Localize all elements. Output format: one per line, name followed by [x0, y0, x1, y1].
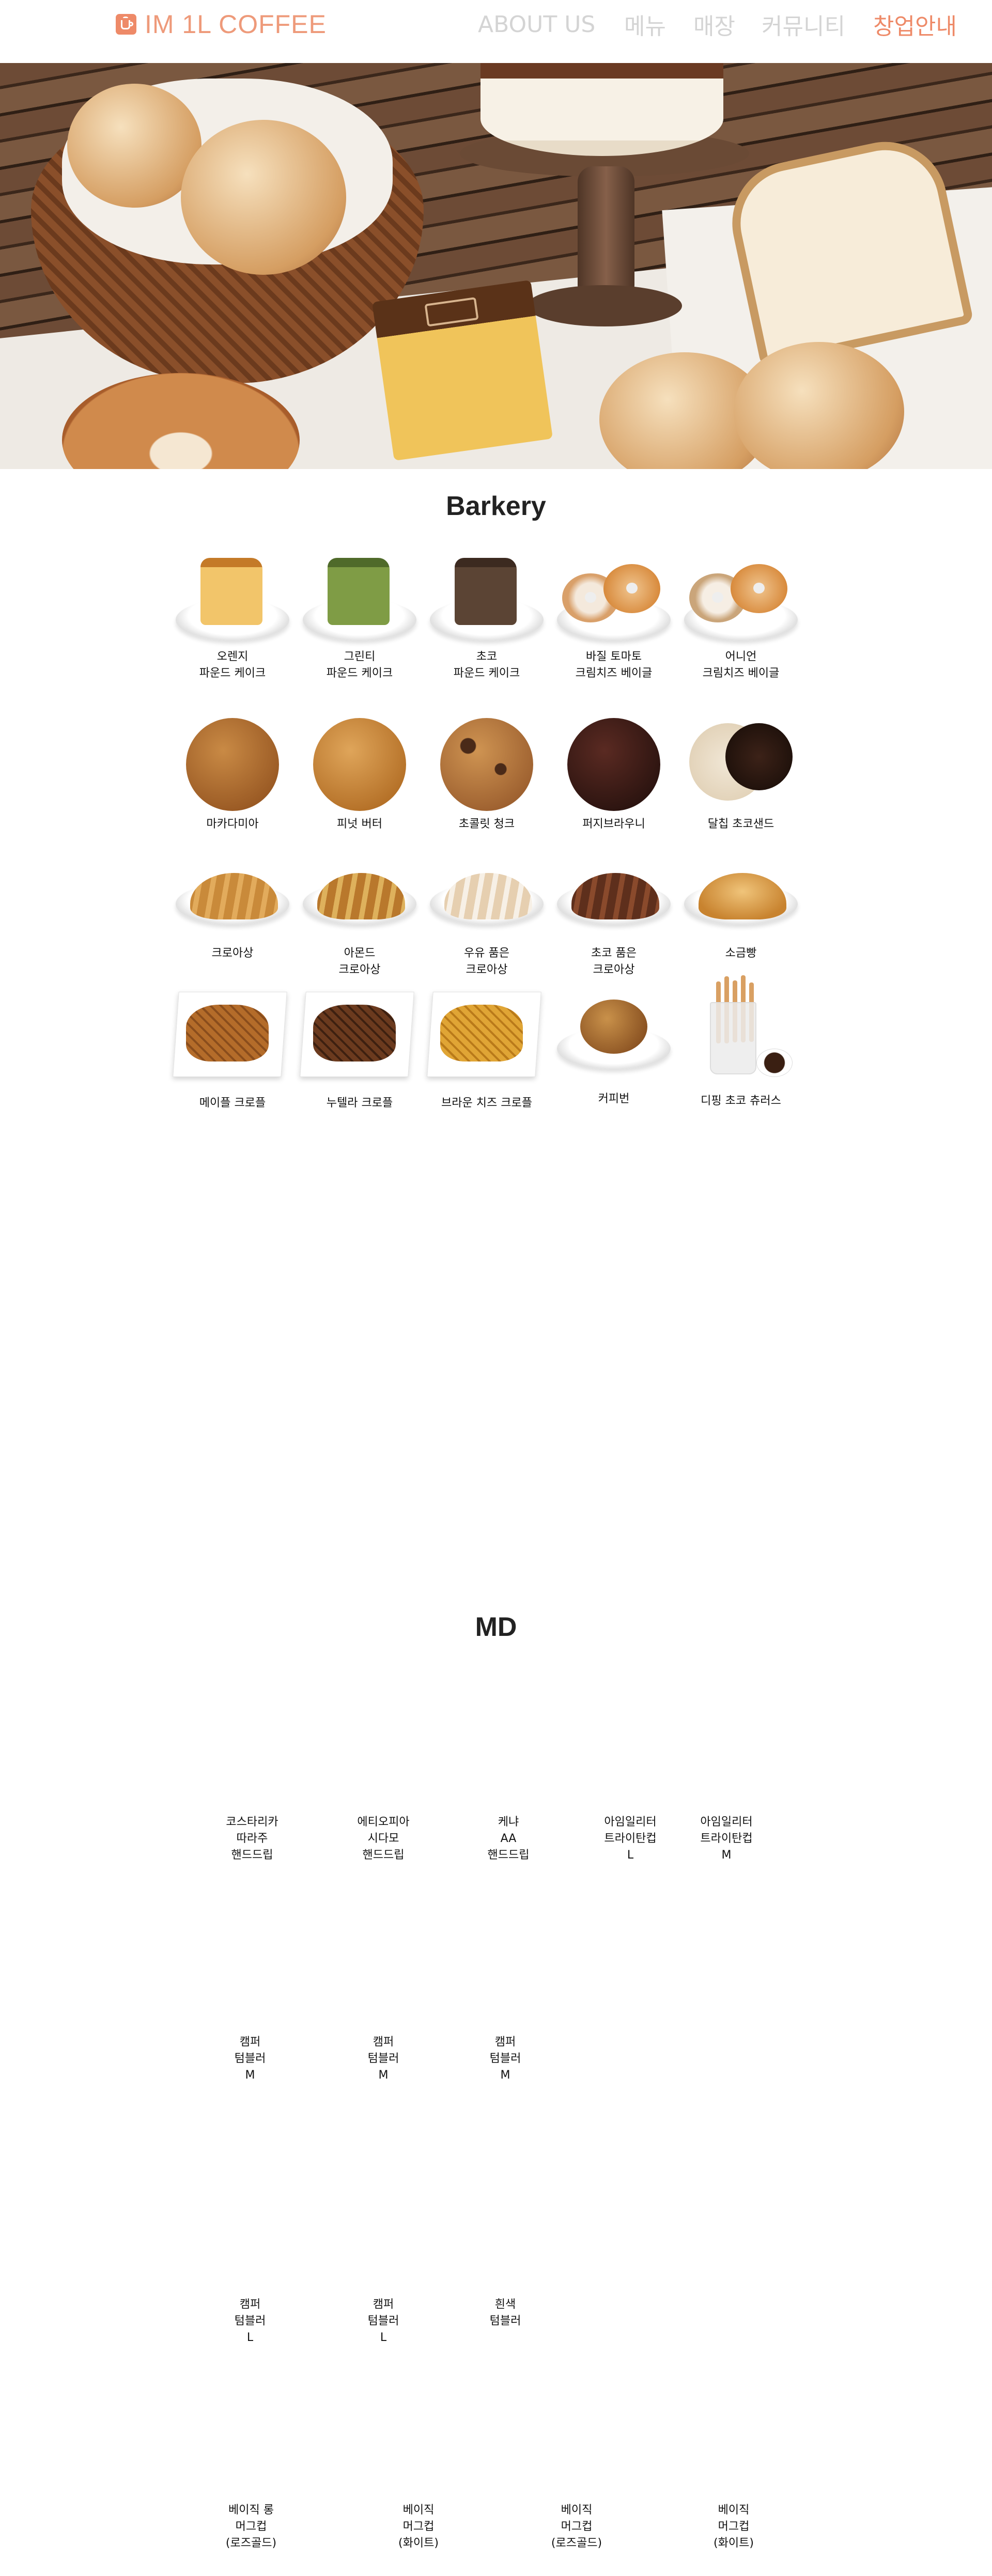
orange-pound-cake-image: [171, 553, 295, 661]
product-name: 바질 토마토 크림치즈 베이글: [575, 650, 653, 680]
brand-link[interactable]: IM 1L COFFEE: [116, 10, 327, 39]
md-section-title: MD: [475, 1612, 517, 1642]
product-name: 소금빵: [725, 947, 757, 960]
nav-stores[interactable]: 매장: [693, 8, 735, 41]
choco-croissant-image: [552, 847, 676, 956]
product-name: 초코 파운드 케이크: [453, 650, 520, 680]
md-item-name[interactable]: 캠퍼 텀블러 M: [321, 2034, 445, 2084]
product-name: 마카다미아: [206, 818, 259, 831]
product-name: 초콜릿 청크: [458, 818, 515, 831]
md-item-name[interactable]: 캠퍼 텀블러 L: [188, 2297, 312, 2346]
greentea-pound-cake-image: [298, 553, 422, 661]
md-item-name[interactable]: 캠퍼 텀블러 L: [321, 2297, 445, 2346]
product-name: 오렌지 파운드 케이크: [199, 650, 266, 680]
md-item-name[interactable]: 캠퍼 텀블러 M: [188, 2034, 312, 2084]
coffee-cup-logo-icon: [116, 14, 136, 35]
nav-community[interactable]: 커뮤니티: [762, 8, 845, 41]
md-item-name[interactable]: 캠퍼 텀블러 M: [443, 2034, 567, 2084]
coffee-bun-image: [552, 981, 676, 1090]
nav-about-us[interactable]: ABOUT US: [478, 11, 595, 38]
md-item-name[interactable]: 흰색 텀블러: [443, 2297, 567, 2330]
md-item-name[interactable]: 베이직 롱 머그컵 (로즈골드): [189, 2502, 313, 2552]
nav-franchise[interactable]: 창업안내: [873, 8, 957, 41]
fudge-brownie-cookie-image: [552, 708, 676, 816]
almond-croissant-image: [298, 847, 422, 956]
product-name: 크로아상: [211, 947, 254, 960]
md-item-name[interactable]: 베이직 머그컵 (로즈골드): [515, 2502, 639, 2552]
md-item-name[interactable]: 베이직 머그컵 (화이트): [672, 2502, 796, 2552]
nav-menu[interactable]: 메뉴: [624, 8, 666, 41]
brown-cheese-croffle-image: [425, 981, 549, 1090]
hero-banner-image: [0, 63, 992, 469]
md-item-name[interactable]: 아임일리터 트라이탄컵 M: [664, 1814, 788, 1864]
basil-tomato-bagel-image: [552, 553, 676, 661]
md-item-name[interactable]: 코스타리카 따라주 핸드드립: [190, 1814, 314, 1864]
product-name: 우유 품은 크로아상: [464, 947, 509, 976]
product-name: 커피번: [598, 1092, 630, 1105]
product-name: 누텔라 크로플: [326, 1097, 393, 1110]
md-item-name[interactable]: 에티오피아 시다모 핸드드립: [321, 1814, 445, 1864]
product-name: 초코 품은 크로아상: [591, 947, 637, 976]
nutella-croffle-image: [298, 981, 422, 1090]
choco-churros-image: [679, 971, 803, 1080]
milk-croissant-image: [425, 847, 549, 956]
md-item-name[interactable]: 베이직 머그컵 (화이트): [357, 2502, 481, 2552]
product-name: 퍼지브라우니: [582, 818, 645, 831]
choco-pound-cake-image: [425, 553, 549, 661]
product-name: 디핑 초코 츄러스: [701, 1095, 781, 1107]
product-name: 메이플 크로플: [199, 1097, 266, 1110]
product-name: 아몬드 크로아상: [338, 947, 381, 976]
top-navbar: IM 1L COFFEE ABOUT US 메뉴 매장 커뮤니티 창업안내: [0, 0, 992, 63]
product-name: 그린티 파운드 케이크: [326, 650, 393, 680]
croissant-image: [171, 847, 295, 956]
macadamia-cookie-image: [171, 708, 295, 816]
salt-bread-image: [679, 847, 803, 956]
chocolate-sandwich-cookie-image: [679, 708, 803, 816]
chocolate-chunk-cookie-image: [425, 708, 549, 816]
maple-croffle-image: [171, 981, 295, 1090]
onion-bagel-image: [679, 553, 803, 661]
product-name: 어니언 크림치즈 베이글: [702, 650, 780, 680]
md-item-name[interactable]: 케냐 AA 핸드드립: [446, 1814, 570, 1864]
product-name: 피넛 버터: [337, 818, 382, 831]
brand-name: IM 1L COFFEE: [145, 10, 327, 39]
peanut-butter-cookie-image: [298, 708, 422, 816]
bakery-section-title: Barkery: [446, 491, 546, 521]
product-name: 브라운 치즈 크로플: [441, 1097, 532, 1110]
product-name: 달칩 초코샌드: [707, 818, 774, 831]
